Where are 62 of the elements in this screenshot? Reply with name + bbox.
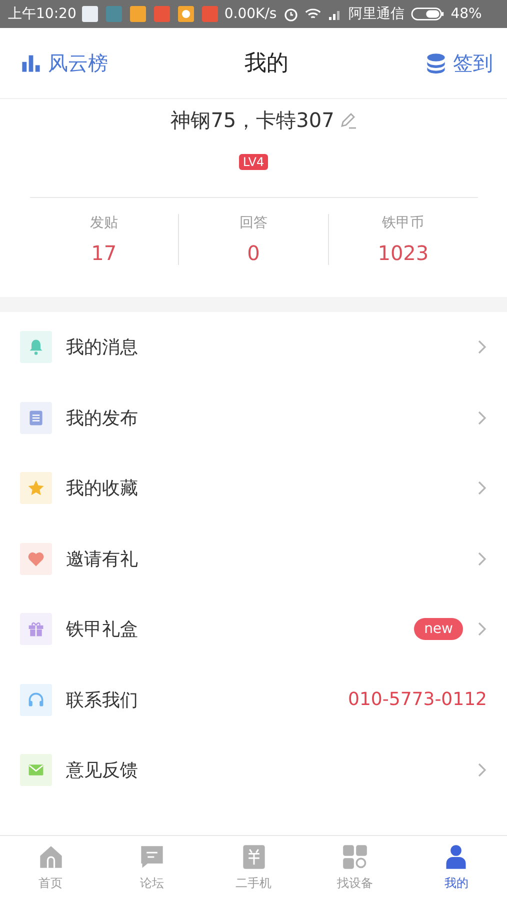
chevron-right-icon bbox=[477, 410, 487, 426]
coin-stack-icon bbox=[425, 52, 447, 74]
home-icon bbox=[38, 844, 64, 870]
menu-item[interactable]: 我的发布 bbox=[0, 382, 507, 453]
chevron-right-icon bbox=[477, 339, 487, 356]
chevron-right-icon bbox=[477, 621, 487, 638]
app-notification-icon bbox=[178, 6, 194, 22]
new-badge: new bbox=[414, 618, 463, 640]
app-notification-icon bbox=[82, 6, 98, 22]
menu-label: 邀请有礼 bbox=[66, 548, 138, 571]
bell-icon bbox=[27, 338, 45, 356]
menu-item[interactable]: 我的消息 bbox=[0, 312, 507, 382]
list-icon bbox=[27, 408, 45, 427]
stat-value: 17 bbox=[91, 241, 117, 265]
star-icon bbox=[27, 479, 45, 498]
stat-label: 发贴 bbox=[90, 214, 118, 232]
menu-label: 我的消息 bbox=[66, 336, 138, 360]
menu-item[interactable]: 邀请有礼 bbox=[0, 524, 507, 594]
grid-search-icon bbox=[342, 844, 368, 870]
level-badge: LV4 bbox=[238, 154, 268, 170]
menu-label: 意见反馈 bbox=[66, 759, 138, 782]
chat-bubble-icon bbox=[139, 844, 166, 870]
tab-item[interactable]: 二手机 bbox=[202, 836, 304, 900]
menu-item[interactable]: 意见反馈 bbox=[0, 735, 507, 806]
phone-number[interactable]: 010-5773-0112 bbox=[348, 689, 487, 710]
tab-item[interactable]: 首页 bbox=[0, 836, 102, 900]
check-in-button[interactable]: 签到 bbox=[425, 50, 493, 76]
battery-percent: 48% bbox=[450, 6, 482, 22]
stat-value: 0 bbox=[247, 241, 260, 265]
alarm-icon bbox=[282, 6, 299, 22]
network-speed: 0.00K/s bbox=[224, 6, 277, 22]
app-notification-icon bbox=[130, 6, 146, 22]
page-title: 我的 bbox=[244, 50, 288, 78]
tab-item[interactable]: 找设备 bbox=[304, 836, 406, 900]
headset-icon bbox=[27, 690, 45, 709]
ranking-button[interactable]: 风云榜 bbox=[20, 50, 108, 76]
battery-icon bbox=[410, 6, 445, 22]
pencil-icon[interactable] bbox=[338, 110, 358, 130]
chevron-right-icon bbox=[477, 480, 487, 496]
app-notification-icon bbox=[202, 6, 218, 22]
tab-item[interactable]: 论坛 bbox=[101, 836, 203, 900]
menu-label: 联系我们 bbox=[66, 688, 138, 712]
user-name: 神钢75，卡特307 bbox=[170, 107, 334, 134]
stat-value: 1023 bbox=[378, 241, 429, 265]
menu-item[interactable]: 我的收藏 bbox=[0, 453, 507, 524]
status-time: 上午10:20 bbox=[8, 5, 76, 23]
stat-label: 铁甲币 bbox=[382, 214, 424, 232]
menu-label: 铁甲礼盒 bbox=[66, 618, 138, 642]
stat-label: 回答 bbox=[240, 214, 268, 232]
sheep-sign-icon bbox=[240, 844, 267, 870]
heart-icon bbox=[27, 550, 45, 568]
chevron-right-icon bbox=[477, 762, 487, 778]
gift-icon bbox=[27, 620, 45, 638]
chevron-right-icon bbox=[477, 550, 487, 567]
app-notification-icon bbox=[106, 6, 122, 22]
menu-item[interactable]: 联系我们 010-5773-0112 bbox=[0, 664, 507, 735]
menu-label: 我的发布 bbox=[66, 406, 138, 430]
menu-item[interactable]: 铁甲礼盒 new bbox=[0, 594, 507, 664]
carrier-name: 阿里通信 bbox=[348, 5, 405, 23]
tab-item[interactable]: 我的 bbox=[406, 836, 507, 900]
menu-label: 我的收藏 bbox=[66, 477, 138, 500]
app-notification-icon bbox=[154, 6, 170, 22]
